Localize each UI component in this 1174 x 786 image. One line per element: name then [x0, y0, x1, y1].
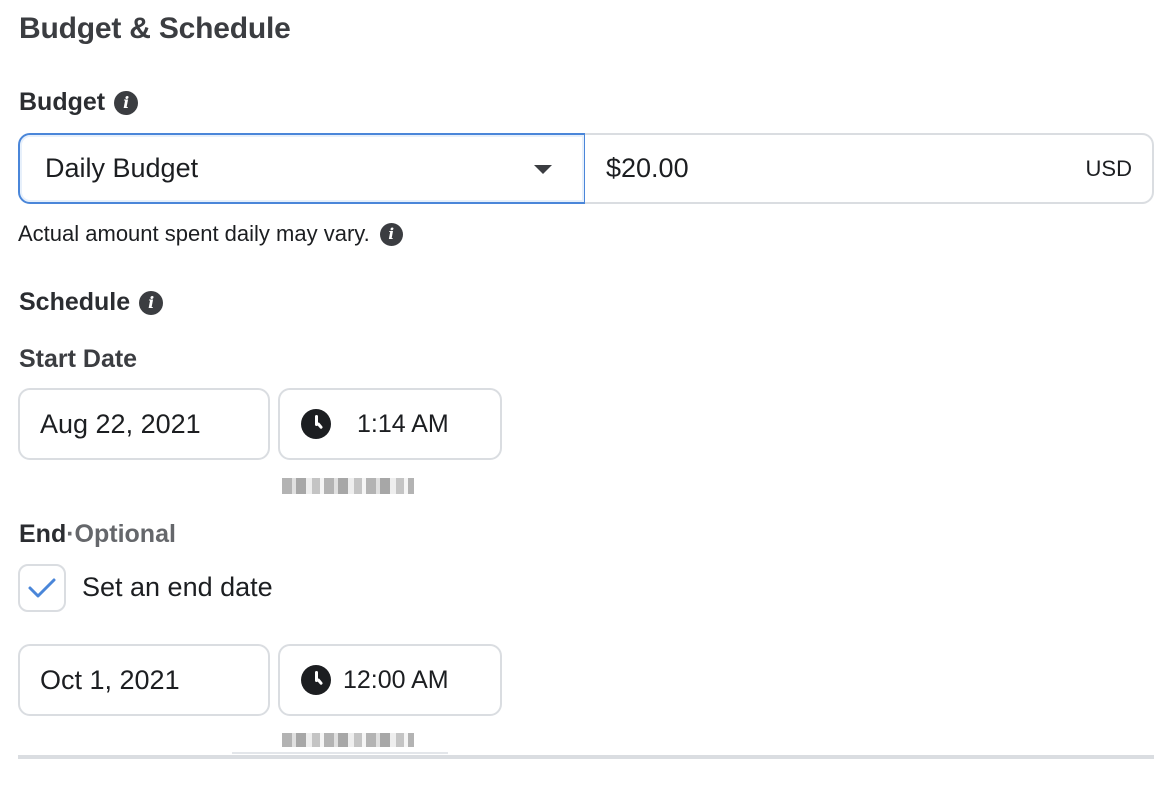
budget-type-value: Daily Budget — [45, 153, 199, 183]
end-date-checkbox-label[interactable]: Set an end date — [82, 572, 273, 603]
info-icon[interactable]: i — [114, 90, 139, 115]
end-date-input[interactable]: Oct 1, 2021 — [18, 644, 270, 716]
divider — [232, 752, 448, 754]
start-time-value: 1:14 AM — [357, 409, 449, 438]
start-time-input[interactable]: 1:14 AM — [278, 388, 502, 460]
end-date-value: Oct 1, 2021 — [40, 664, 180, 695]
clock-icon — [301, 409, 331, 439]
info-icon[interactable]: i — [139, 290, 164, 315]
end-separator: · — [66, 520, 75, 548]
budget-amount-value: $20.00 — [606, 153, 689, 183]
currency-label: USD — [1085, 155, 1132, 181]
end-time-input[interactable]: 12:00 AM — [278, 644, 502, 716]
budget-helper: Actual amount spent daily may vary. i — [18, 221, 403, 247]
checkmark-icon — [28, 578, 56, 598]
start-date-label: Start Date — [19, 345, 138, 373]
budget-type-select[interactable]: Daily Budget — [18, 133, 586, 204]
budget-amount-input[interactable]: $20.00 USD — [585, 133, 1154, 204]
section-title: Budget & Schedule — [19, 12, 291, 45]
budget-helper-text: Actual amount spent daily may vary. — [18, 221, 370, 246]
start-date-input[interactable]: Aug 22, 2021 — [18, 388, 270, 460]
end-time-value: 12:00 AM — [343, 665, 449, 694]
budget-label: Budget i — [19, 88, 139, 117]
caret-down-icon — [534, 165, 552, 174]
start-date-value: Aug 22, 2021 — [40, 408, 201, 439]
schedule-label-text: Schedule — [19, 288, 131, 316]
end-date-checkbox[interactable] — [18, 564, 66, 612]
optional-label: Optional — [74, 520, 176, 548]
section-divider — [18, 755, 1154, 759]
info-icon[interactable]: i — [379, 222, 403, 246]
schedule-label: Schedule i — [19, 288, 164, 317]
clock-icon — [301, 665, 331, 695]
end-label-text: End — [19, 520, 67, 548]
timezone-label-redacted — [282, 478, 414, 494]
end-label: End · Optional — [19, 520, 176, 549]
timezone-label-redacted — [282, 733, 414, 747]
budget-label-text: Budget — [19, 88, 106, 116]
